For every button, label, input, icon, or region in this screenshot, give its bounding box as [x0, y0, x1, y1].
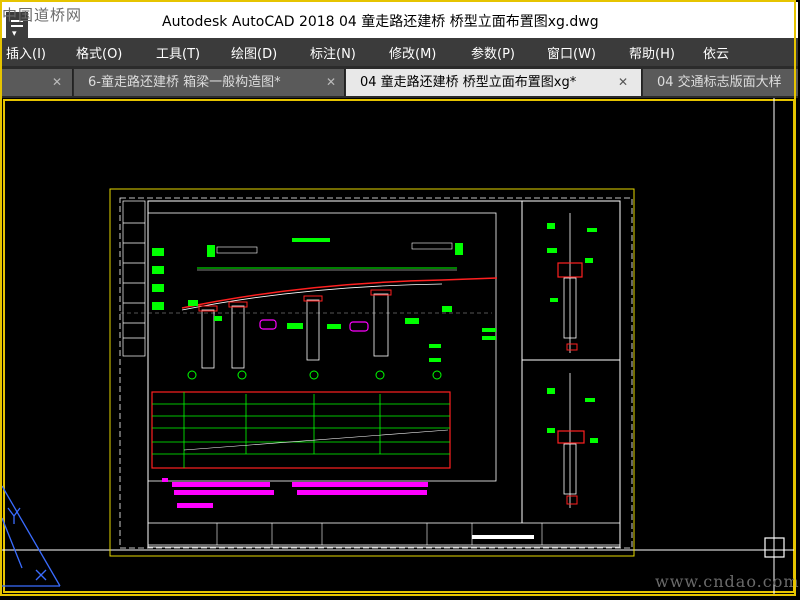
tab-label: 6-童走路还建桥 箱梁一般构造图* [88, 75, 281, 90]
title-block [147, 522, 621, 546]
menu-dimension[interactable]: 标注(N) [310, 43, 356, 62]
menu-parameters[interactable]: 参数(P) [471, 43, 515, 62]
watermark-logo: 中国道桥网 [2, 6, 83, 24]
inner-frame [147, 212, 497, 482]
menu-express[interactable]: 依云 [703, 43, 729, 62]
close-icon[interactable]: ✕ [326, 69, 336, 96]
side-table [122, 200, 146, 357]
file-tab-bar: ✕ 6-童走路还建桥 箱梁一般构造图* ✕ 04 童走路还建桥 桥型立面布置图x… [2, 66, 798, 98]
menu-bar: 插入(I) 格式(O) 工具(T) 绘图(D) 标注(N) 修改(M) 参数(P… [2, 38, 798, 66]
data-table-lines [152, 392, 450, 468]
menu-insert[interactable]: 插入(I) [6, 43, 46, 62]
tab-label: 04 童走路还建桥 桥型立面布置图xg* [360, 75, 577, 90]
tab-label: 04 交通标志版面大样 [657, 75, 782, 90]
window-title: Autodesk AutoCAD 2018 04 童走路还建桥 桥型立面布置图x… [162, 14, 599, 30]
bearing-symbols [259, 319, 369, 332]
tab-box-girder[interactable]: 6-童走路还建桥 箱梁一般构造图* ✕ [74, 69, 345, 96]
menu-modify[interactable]: 修改(M) [389, 43, 436, 62]
notes-text [162, 478, 428, 508]
profile-line [183, 429, 449, 451]
menu-window[interactable]: 窗口(W) [547, 43, 596, 62]
section-view-lower [547, 373, 598, 508]
menu-draw[interactable]: 绘图(D) [231, 43, 277, 62]
title-block-cells [216, 523, 543, 545]
data-table [151, 391, 451, 469]
menu-help[interactable]: 帮助(H) [629, 43, 675, 62]
drawing-svg [2, 98, 796, 594]
ucs-icon [2, 485, 61, 587]
watermark-url: www.cndao.com [655, 572, 800, 591]
drawing-canvas[interactable] [2, 98, 796, 594]
menu-tools[interactable]: 工具(T) [156, 43, 200, 62]
tab-previous[interactable]: ✕ [2, 69, 73, 96]
axis-circles [187, 370, 442, 380]
title-block-text [472, 535, 534, 539]
tab-bridge-elevation[interactable]: 04 童走路还建桥 桥型立面布置图xg* ✕ [346, 69, 642, 96]
annotations-green [188, 300, 496, 362]
elevation-markers [152, 238, 463, 310]
menu-format[interactable]: 格式(O) [76, 43, 122, 62]
close-icon[interactable]: ✕ [52, 69, 62, 96]
tab-traffic-sign[interactable]: 04 交通标志版面大样 [643, 69, 798, 96]
viewport-border [3, 99, 795, 593]
close-icon[interactable]: ✕ [618, 69, 628, 96]
title-bar: ▾ 中国道桥网 Autodesk AutoCAD 2018 04 童走路还建桥 … [2, 2, 798, 39]
section-view-upper [547, 213, 597, 353]
